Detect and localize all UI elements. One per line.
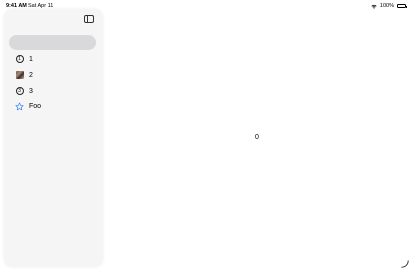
main-value: 0	[255, 134, 259, 141]
sidebar: 1 1 2 3 3 Foo	[4, 9, 103, 267]
sidebar-item-label: 2	[29, 71, 33, 79]
battery-icon	[397, 4, 407, 8]
sidebar-item-label: 3	[29, 87, 33, 95]
sidebar-item-label: 1	[29, 55, 33, 63]
sidebar-item-1[interactable]: 1 1	[15, 53, 33, 65]
sidebar-item-2[interactable]: 2	[15, 69, 33, 81]
star-icon	[15, 102, 24, 111]
battery-percentage: 100%	[379, 3, 394, 9]
wifi-icon	[371, 4, 377, 9]
sidebar-item-foo[interactable]: Foo	[15, 100, 41, 112]
sidebar-item-label: Foo	[29, 102, 42, 110]
main-content	[104, 12, 412, 271]
status-indicators: 100%	[371, 0, 407, 12]
circle-3-icon: 3	[15, 87, 24, 96]
circle-1-icon: 1	[15, 55, 24, 64]
search-bar[interactable]	[9, 35, 96, 50]
photo-thumbnail-icon	[15, 71, 24, 80]
resize-handle-icon[interactable]	[401, 260, 409, 268]
sidebar-item-3[interactable]: 3 3	[15, 85, 33, 97]
sidebar-toggle-icon[interactable]	[84, 15, 94, 23]
